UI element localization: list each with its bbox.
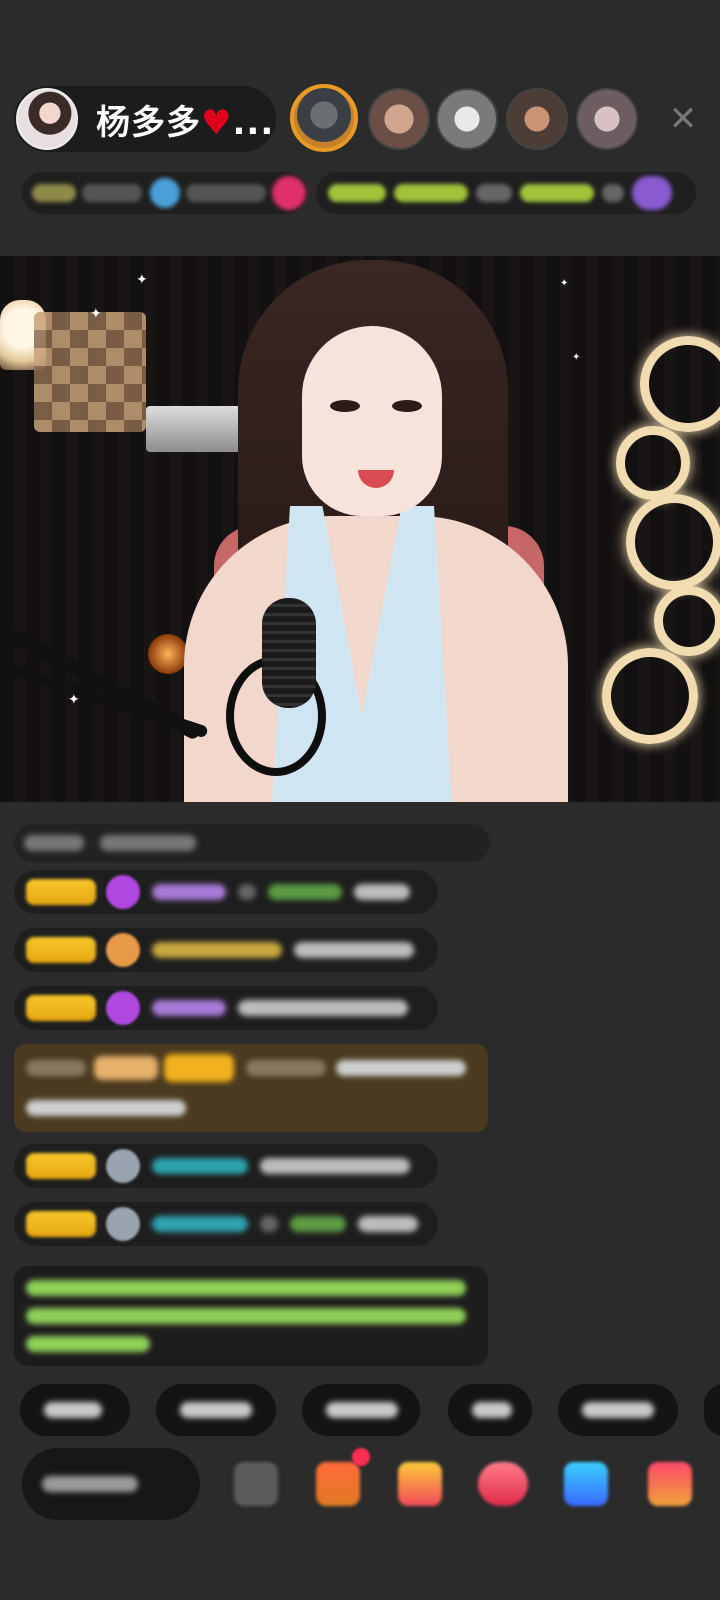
- rank-badge: [32, 184, 76, 202]
- close-icon[interactable]: ✕: [660, 96, 706, 142]
- mentioned-user: [290, 1216, 346, 1232]
- host-name-ellipsis: ...: [232, 102, 275, 143]
- username: [152, 942, 282, 958]
- quick-reply-chip[interactable]: [448, 1384, 532, 1436]
- like-icon[interactable]: [478, 1462, 528, 1506]
- message-text: [260, 1158, 410, 1174]
- username: [152, 884, 226, 900]
- viewer-avatar[interactable]: [368, 88, 430, 150]
- books-image: [146, 406, 248, 452]
- live-video[interactable]: ✦ ✦ ✦ ✦ ✦: [0, 256, 720, 802]
- quick-reply-chip[interactable]: [156, 1384, 276, 1436]
- ring-light: [602, 648, 698, 744]
- tag-chip: [520, 184, 594, 202]
- highlighted-chat-message[interactable]: [14, 1044, 488, 1132]
- chat-message[interactable]: [14, 986, 438, 1030]
- shop-icon[interactable]: [316, 1462, 360, 1506]
- stats-text: [186, 184, 266, 202]
- sparkle-icon: ✦: [136, 272, 148, 288]
- host-name-text: 杨多多: [96, 102, 201, 143]
- ring-light: [654, 586, 720, 656]
- message-text: [238, 1000, 408, 1016]
- emoji-icon[interactable]: [234, 1462, 278, 1506]
- user-avatar: [106, 991, 140, 1025]
- gift-icon[interactable]: [632, 176, 672, 210]
- separator: [260, 1216, 278, 1232]
- eye: [330, 400, 360, 412]
- more-icon[interactable]: [648, 1462, 692, 1506]
- microphone-image: [262, 598, 316, 708]
- message-text: [354, 884, 410, 900]
- fan-badge: [26, 937, 96, 963]
- host-info-pill[interactable]: 杨多多♥...: [14, 86, 276, 152]
- user-avatar: [106, 1149, 140, 1183]
- tag-chip: [328, 184, 386, 202]
- chat-message[interactable]: [14, 1202, 438, 1246]
- rank-text: [82, 184, 142, 202]
- tag-chip: [476, 184, 512, 202]
- sparkle-icon: ✦: [90, 306, 102, 322]
- tag-bar[interactable]: [316, 172, 696, 214]
- username: [152, 1158, 248, 1174]
- notification-dot: [352, 1448, 370, 1466]
- ring-light: [626, 494, 720, 590]
- fan-badge: [26, 1211, 96, 1237]
- follow-icon[interactable]: [272, 176, 306, 210]
- chat-message[interactable]: [14, 870, 438, 914]
- quick-reply-chip[interactable]: [704, 1384, 720, 1436]
- tag-chip: [602, 184, 624, 202]
- fan-badge: [26, 995, 96, 1021]
- gift-box-icon[interactable]: [398, 1462, 442, 1506]
- chat-message[interactable]: [14, 1144, 438, 1188]
- tag-chip: [394, 184, 468, 202]
- planet-icon: [150, 178, 180, 208]
- user-avatar: [106, 1207, 140, 1241]
- eye: [392, 400, 422, 412]
- fan-badge: [26, 1153, 96, 1179]
- fan-badge: [26, 879, 96, 905]
- sparkle-icon: ✦: [572, 352, 581, 363]
- system-notice: [14, 1266, 488, 1366]
- quick-reply-chip[interactable]: [302, 1384, 420, 1436]
- username: [152, 1000, 226, 1016]
- viewer-avatar[interactable]: [436, 88, 498, 150]
- live-info-bar[interactable]: [22, 172, 308, 214]
- comment-input[interactable]: [22, 1448, 200, 1520]
- separator: [238, 884, 256, 900]
- message-text: [294, 942, 414, 958]
- message-text: [358, 1216, 418, 1232]
- orange-lamp-image: [148, 634, 188, 674]
- quick-reply-chip[interactable]: [20, 1384, 130, 1436]
- chat-message[interactable]: [14, 928, 438, 972]
- username: [152, 1216, 248, 1232]
- share-icon[interactable]: [564, 1462, 608, 1506]
- host-avatar[interactable]: [16, 88, 78, 150]
- user-avatar: [106, 875, 140, 909]
- host-name: 杨多多♥...: [96, 95, 274, 144]
- system-message: [14, 824, 490, 862]
- wall-panel-image: [34, 312, 146, 432]
- heart-icon: ♥: [201, 102, 233, 143]
- sparkle-icon: ✦: [68, 692, 80, 708]
- viewer-avatar[interactable]: [506, 88, 568, 150]
- mentioned-user: [268, 884, 342, 900]
- viewer-avatar[interactable]: [576, 88, 638, 150]
- ring-light: [616, 426, 690, 500]
- user-avatar: [106, 933, 140, 967]
- sparkle-icon: ✦: [560, 278, 569, 289]
- quick-reply-chip[interactable]: [558, 1384, 678, 1436]
- viewer-avatar[interactable]: [290, 84, 358, 152]
